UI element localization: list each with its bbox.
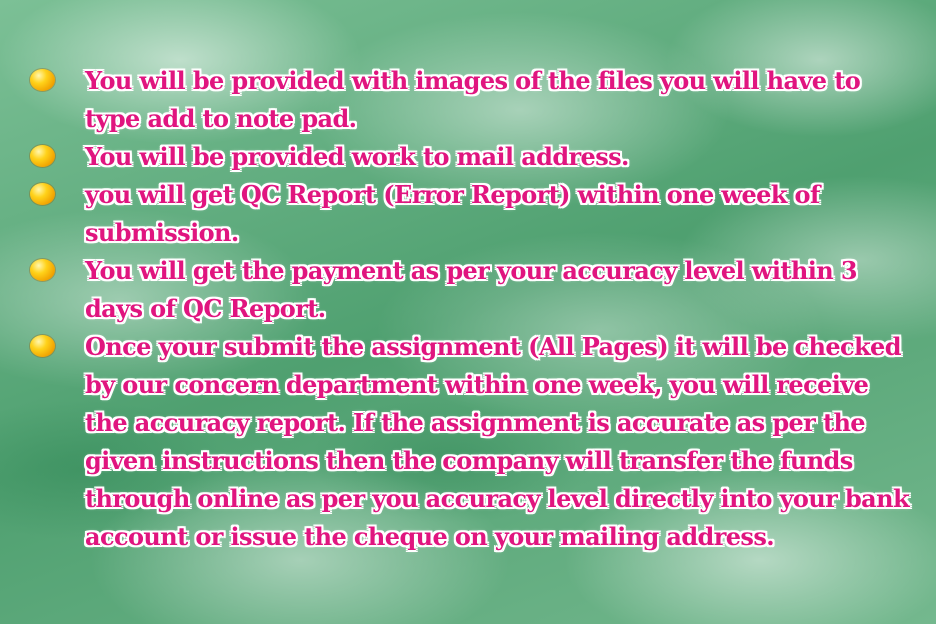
bullet-list: You will be provided with images of the … — [30, 62, 915, 556]
bullet-text-1: You will be provided with images of the … — [85, 66, 861, 133]
bullet-item-3: you will get QC Report (Error Report) wi… — [30, 176, 915, 252]
bullet-item-1: You will be provided with images of the … — [30, 62, 915, 138]
bullet-text-5: Once your submit the assignment (All Pag… — [85, 332, 910, 551]
orange-circle-icon — [30, 335, 55, 357]
orange-circle-icon — [30, 145, 55, 167]
bullet-item-4: You will get the payment as per your acc… — [30, 252, 915, 328]
bullet-item-2: You will be provided work to mail addres… — [30, 138, 915, 176]
bullet-text-3: you will get QC Report (Error Report) wi… — [85, 180, 820, 247]
orange-circle-icon — [30, 259, 55, 281]
bullet-text-2: You will be provided work to mail addres… — [85, 142, 629, 171]
bullet-item-5: Once your submit the assignment (All Pag… — [30, 328, 915, 556]
bullet-text-4: You will get the payment as per your acc… — [85, 256, 858, 323]
orange-circle-icon — [30, 183, 55, 205]
orange-circle-icon — [30, 69, 55, 91]
